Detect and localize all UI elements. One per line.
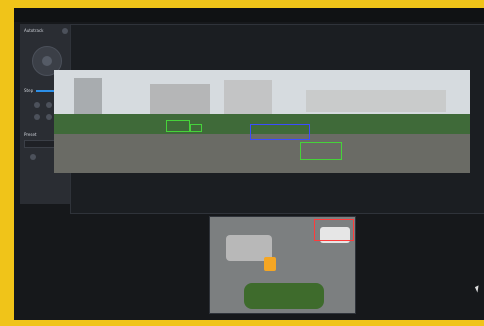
- iris-open-icon[interactable]: [34, 114, 40, 120]
- detection-box-green-2[interactable]: [190, 124, 202, 132]
- step-label: Step: [24, 88, 34, 93]
- tower-building: [74, 78, 102, 116]
- detection-box-green-1[interactable]: [166, 120, 190, 132]
- zoom-out-icon[interactable]: [46, 102, 52, 108]
- accent-yellow-block: [0, 264, 14, 326]
- preset-label: Preset: [24, 132, 37, 137]
- building-center: [224, 80, 272, 114]
- detection-box-blue[interactable]: [250, 124, 310, 140]
- building-right: [306, 90, 446, 112]
- top-bar: [14, 8, 484, 22]
- sidebar-title: Autotrack: [24, 28, 44, 33]
- sidebar-toggle-icon[interactable]: [62, 28, 68, 34]
- orange-barrel: [264, 257, 276, 271]
- hedge: [244, 283, 324, 309]
- sub-video-feed[interactable]: [209, 216, 356, 314]
- joystick-center-icon[interactable]: [42, 56, 52, 66]
- detection-box-green-3[interactable]: [300, 142, 342, 160]
- alert-box-red[interactable]: [314, 219, 354, 241]
- building-left: [150, 84, 210, 114]
- preset-go-icon[interactable]: [30, 154, 36, 160]
- iris-close-icon[interactable]: [46, 114, 52, 120]
- panorama-video-feed[interactable]: [54, 70, 470, 173]
- zoom-in-icon[interactable]: [34, 102, 40, 108]
